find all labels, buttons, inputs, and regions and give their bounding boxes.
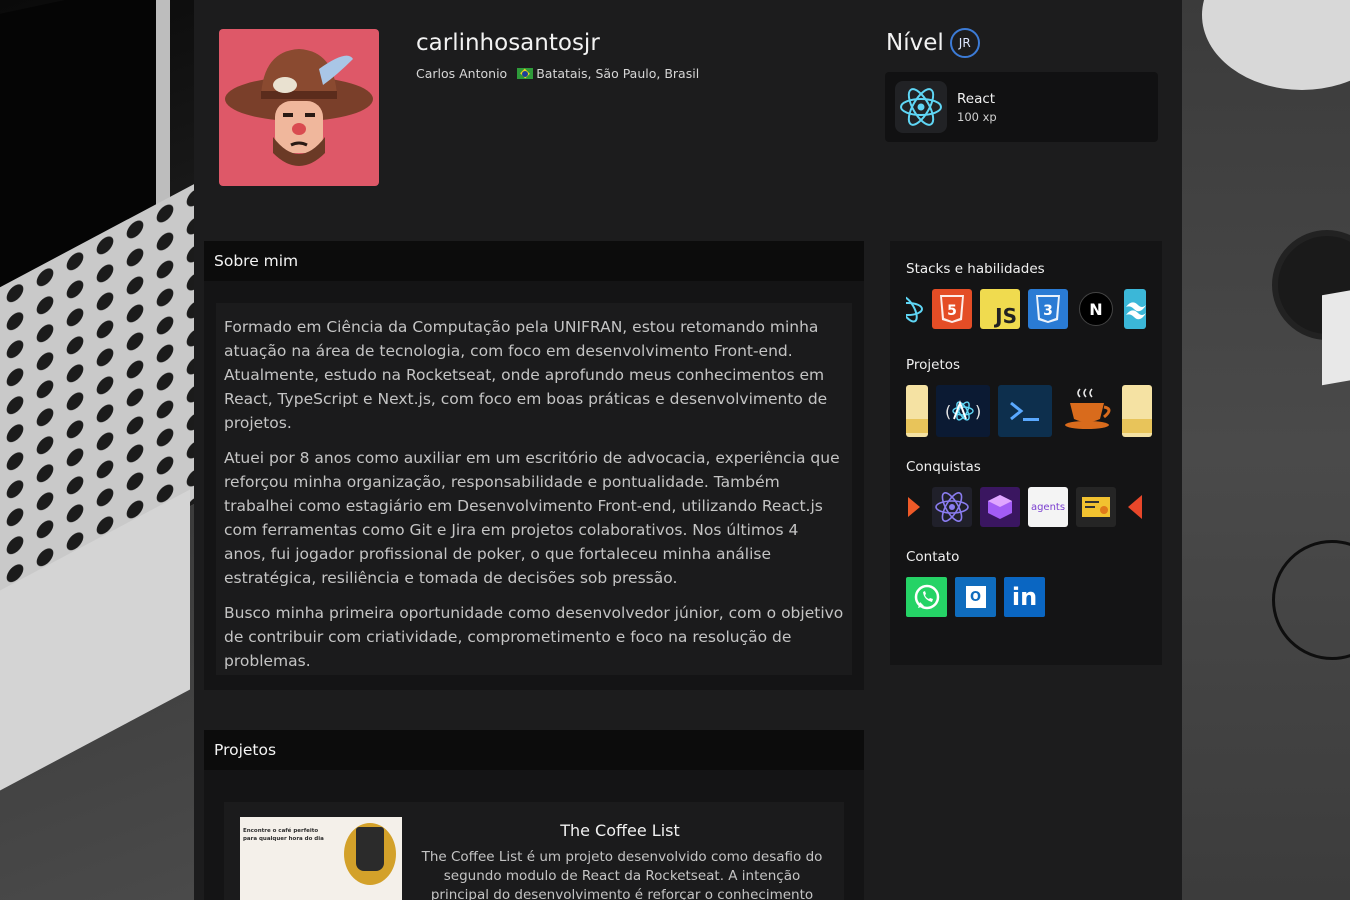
xp-value: 100 xp [957, 109, 997, 124]
about-heading: Sobre mim [204, 241, 864, 281]
about-paragraph: Atuei por 8 anos como auxiliar em um esc… [224, 449, 840, 587]
arrow-icon[interactable] [906, 487, 924, 527]
glasses [1272, 540, 1350, 660]
nextjs-icon[interactable]: N [1076, 289, 1116, 329]
project-react-a-icon[interactable]: () [936, 385, 990, 437]
svg-text:5: 5 [947, 303, 957, 319]
purple-box-icon[interactable] [980, 487, 1020, 527]
sidebar-panel: Stacks e habilidades 5 JS 3 N Projetos (… [890, 241, 1162, 665]
projects-panel: Projetos Encontre o café perfeito para q… [204, 730, 864, 900]
lamp-shade [1202, 0, 1350, 90]
svg-text:): ) [975, 402, 981, 421]
project-yellow-icon[interactable] [906, 385, 928, 437]
achievements-row[interactable]: agents [906, 487, 1154, 527]
agents-icon[interactable]: agents [1028, 487, 1068, 527]
coffee-cup-body [356, 827, 384, 871]
linkedin-icon[interactable]: in [1004, 577, 1045, 617]
avatar [219, 29, 379, 186]
whatsapp-icon[interactable] [906, 577, 947, 617]
outlook-icon[interactable]: O [955, 577, 996, 617]
html5-icon[interactable]: 5 [932, 289, 972, 329]
level-label: Nível [886, 30, 944, 56]
outlook-letter: O [965, 586, 986, 608]
javascript-icon[interactable]: JS [980, 289, 1020, 329]
about-panel: Sobre mim Formado em Ciência da Computaç… [204, 241, 864, 690]
certificate-icon[interactable] [1076, 487, 1116, 527]
location-text: Batatais, São Paulo, Brasil [536, 66, 700, 81]
location: Batatais, São Paulo, Brasil [517, 66, 699, 81]
contact-title: Contato [906, 549, 960, 565]
nextjs-letter: N [1079, 292, 1113, 326]
project-card[interactable]: Encontre o café perfeito para qualquer h… [224, 802, 844, 900]
background-laptop [0, 0, 194, 900]
react-icon[interactable] [906, 289, 924, 329]
achievements-title: Conquistas [906, 459, 981, 475]
projects-row[interactable]: () [906, 385, 1154, 437]
xp-info: React 100 xp [957, 91, 997, 124]
about-paragraph: Busco minha primeira oportunidade como d… [224, 604, 844, 670]
username: carlinhosantosjr [416, 30, 600, 56]
about-paragraph: Formado em Ciência da Computação pela UN… [224, 318, 828, 432]
project-coffee-icon[interactable] [1060, 385, 1114, 437]
svg-text:(: ( [945, 402, 951, 421]
css3-icon[interactable]: 3 [1028, 289, 1068, 329]
level-badge: JR [949, 28, 980, 58]
level-heading: Nível JR [886, 28, 980, 58]
projects-title: Projetos [906, 357, 961, 373]
projects-heading: Projetos [204, 730, 864, 770]
cowboy-avatar-illustration [225, 49, 373, 166]
react-atom-icon[interactable] [932, 487, 972, 527]
stacks-title: Stacks e habilidades [906, 261, 1045, 277]
svg-text:3: 3 [1043, 303, 1053, 319]
full-name: Carlos Antonio [416, 66, 508, 81]
project-thumbnail[interactable]: Encontre o café perfeito para qualquer h… [240, 817, 402, 900]
contacts-row[interactable]: O in [906, 577, 1154, 617]
profile-subline: Carlos Antonio Batatais, São Paulo, Bras… [416, 66, 699, 81]
project-description: The Coffee List é um projeto desenvolvid… [421, 849, 823, 900]
profile-main: carlinhosantosjr Carlos Antonio Batatais… [194, 0, 1182, 900]
react-icon [895, 81, 947, 133]
partial-orange-icon[interactable] [1124, 487, 1142, 527]
project-title[interactable]: The Coffee List [412, 821, 828, 840]
brazil-flag-icon [517, 68, 534, 79]
stacks-row[interactable]: 5 JS 3 N [906, 289, 1154, 329]
project-terminal-icon[interactable] [998, 385, 1052, 437]
notebook [1322, 284, 1350, 386]
background-desk [1182, 0, 1350, 900]
about-body: Formado em Ciência da Computação pela UN… [216, 303, 852, 675]
xp-title: React [957, 90, 996, 107]
thumbnail-heading: Encontre o café perfeito para qualquer h… [243, 828, 324, 842]
tailwind-icon[interactable] [1124, 289, 1146, 329]
project-yellow-icon[interactable] [1122, 385, 1152, 437]
xp-card[interactable]: React 100 xp [885, 72, 1158, 142]
